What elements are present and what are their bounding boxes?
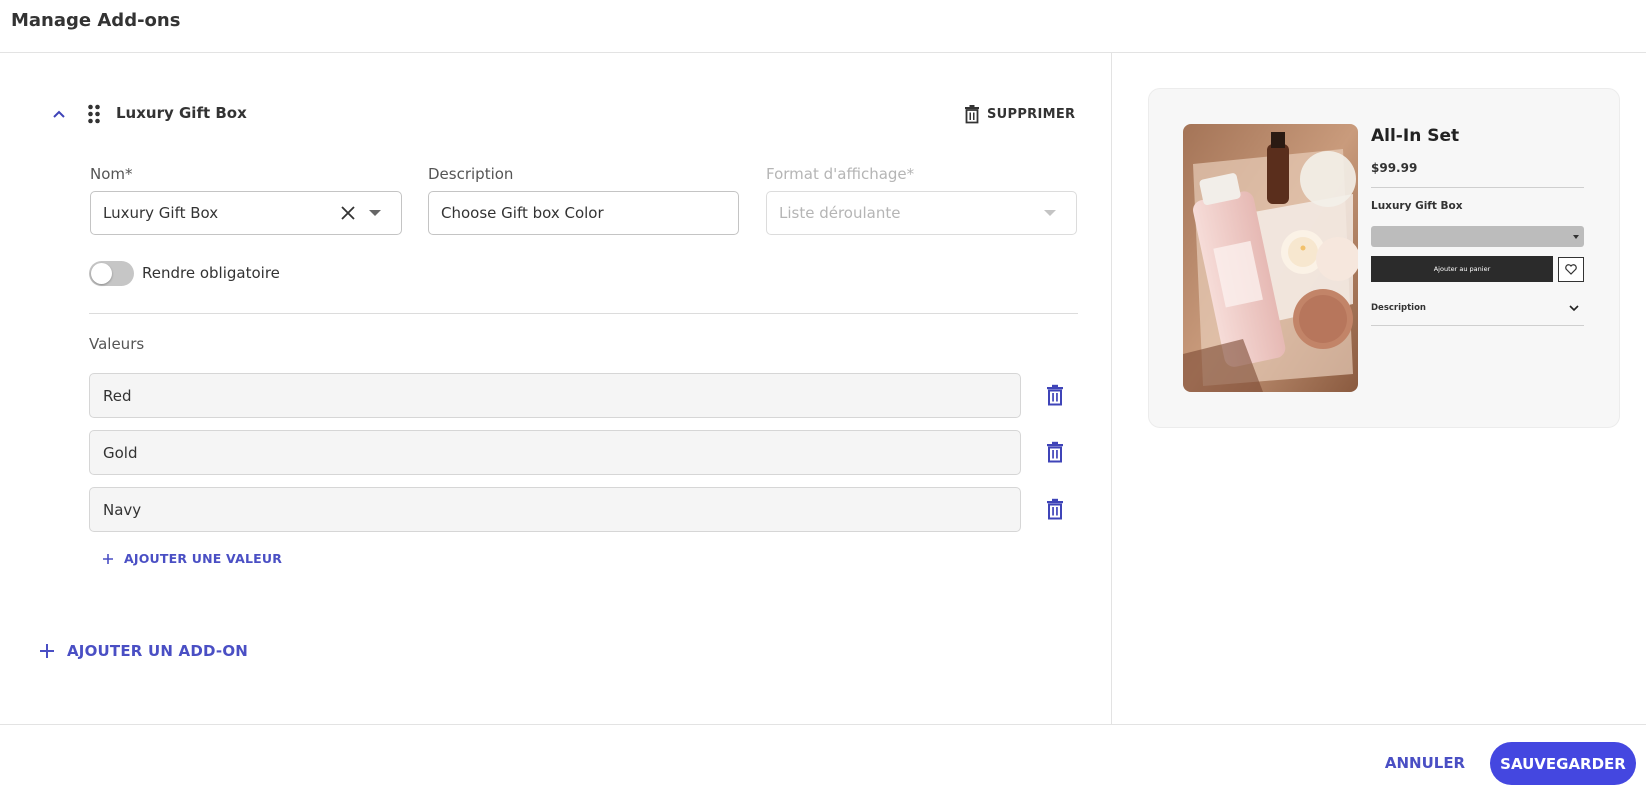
name-input-value: Luxury Gift Box	[103, 204, 219, 222]
description-input[interactable]: Choose Gift box Color	[428, 191, 739, 235]
value-input[interactable]: Navy	[89, 487, 1021, 532]
preview-wishlist-button[interactable]	[1558, 257, 1584, 282]
name-combobox[interactable]: Luxury Gift Box	[90, 191, 402, 235]
add-addon-label: AJOUTER UN ADD-ON	[67, 642, 249, 660]
value-input[interactable]: Gold	[89, 430, 1021, 475]
required-toggle-label: Rendre obligatoire	[142, 264, 280, 282]
description-input-value: Choose Gift box Color	[441, 204, 604, 222]
trash-icon[interactable]	[1046, 384, 1064, 406]
trash-icon[interactable]	[1046, 498, 1064, 520]
preview-product-title: All-In Set	[1371, 126, 1460, 146]
add-value-label: AJOUTER UNE VALEUR	[124, 551, 283, 566]
preview-divider	[1371, 325, 1584, 326]
delete-addon-label: SUPPRIMER	[987, 106, 1076, 122]
value-input[interactable]: Red	[89, 373, 1021, 418]
preview-description-label[interactable]: Description	[1371, 303, 1426, 313]
plus-icon	[40, 644, 54, 658]
trash-icon[interactable]	[1046, 441, 1064, 463]
name-field-label: Nom*	[90, 165, 133, 183]
plus-icon	[103, 553, 113, 564]
cancel-button[interactable]: ANNULER	[1380, 744, 1470, 782]
chevron-up-icon[interactable]	[50, 105, 68, 123]
format-field-label: Format d'affichage*	[766, 165, 915, 183]
page-title: Manage Add-ons	[11, 10, 181, 31]
chevron-down-icon[interactable]	[1568, 302, 1580, 314]
trash-icon	[965, 105, 979, 124]
values-section-label: Valeurs	[89, 335, 145, 353]
delete-addon-button[interactable]: SUPPRIMER	[964, 102, 1075, 126]
dialog-header: Manage Add-ons	[0, 0, 1646, 53]
product-image	[1183, 124, 1358, 392]
close-icon[interactable]	[339, 204, 357, 222]
value-text: Navy	[103, 500, 142, 519]
add-value-button[interactable]: AJOUTER UNE VALEUR	[102, 551, 282, 566]
panel-divider	[1111, 53, 1112, 725]
drag-handle-icon[interactable]	[87, 104, 101, 124]
save-button[interactable]: SAUVEGARDER	[1490, 742, 1636, 785]
section-divider	[89, 313, 1078, 314]
description-field-label: Description	[428, 165, 514, 183]
preview-add-to-cart-button[interactable]: Ajouter au panier	[1371, 256, 1553, 282]
dropdown-arrow-icon[interactable]	[369, 210, 381, 216]
preview-price: $99.99	[1371, 161, 1418, 175]
value-text: Gold	[103, 443, 138, 462]
value-text: Red	[103, 386, 132, 405]
format-select[interactable]: Liste déroulante	[766, 191, 1077, 235]
addon-title: Luxury Gift Box	[116, 104, 247, 122]
preview-divider	[1371, 187, 1584, 188]
heart-icon	[1565, 264, 1577, 275]
format-select-placeholder: Liste déroulante	[779, 204, 901, 222]
preview-addon-select[interactable]	[1371, 226, 1584, 247]
add-addon-button[interactable]: AJOUTER UN ADD-ON	[39, 642, 248, 660]
dropdown-arrow-icon	[1573, 235, 1579, 239]
preview-addon-label: Luxury Gift Box	[1371, 200, 1463, 212]
dropdown-arrow-icon	[1044, 210, 1056, 216]
toggle-knob	[91, 263, 112, 284]
required-toggle[interactable]	[89, 261, 134, 286]
